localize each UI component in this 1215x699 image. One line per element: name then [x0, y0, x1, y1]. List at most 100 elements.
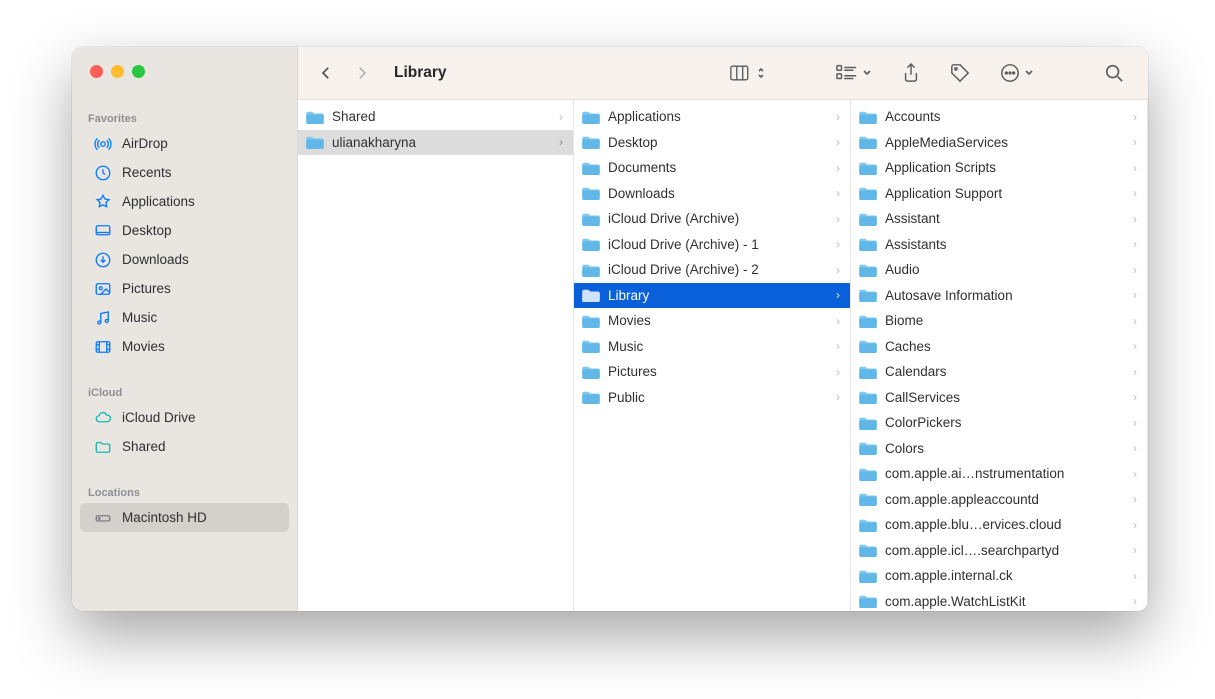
file-row[interactable]: Desktop› — [574, 130, 850, 156]
group-by-button[interactable] — [830, 59, 878, 87]
file-row[interactable]: Pictures› — [574, 359, 850, 385]
chevron-right-icon: › — [1133, 186, 1139, 200]
tags-button[interactable] — [944, 59, 976, 87]
file-name: com.apple.ai…nstrumentation — [885, 466, 1064, 481]
file-row[interactable]: ColorPickers› — [851, 410, 1147, 436]
file-row[interactable]: Documents› — [574, 155, 850, 181]
file-name: Assistants — [885, 237, 947, 252]
file-name: Public — [608, 390, 645, 405]
chevron-right-icon: › — [1133, 492, 1139, 506]
file-name: Applications — [608, 109, 681, 124]
file-row[interactable]: AppleMediaServices› — [851, 130, 1147, 156]
sidebar-section-icloud-label: iCloud — [72, 387, 297, 399]
sidebar-item-macintosh-hd[interactable]: Macintosh HD — [80, 503, 289, 532]
file-row[interactable]: com.apple.WatchListKit › — [851, 589, 1147, 612]
chevron-right-icon: › — [1133, 288, 1139, 302]
file-name: Biome — [885, 313, 923, 328]
sidebar-item-label: Applications — [122, 194, 195, 209]
chevron-right-icon: › — [836, 339, 842, 353]
sidebar-item-icloud-drive[interactable]: iCloud Drive — [80, 403, 289, 432]
sidebar-item-label: Pictures — [122, 281, 171, 296]
view-mode-button[interactable] — [724, 59, 772, 87]
file-row[interactable]: iCloud Drive (Archive) - 2› — [574, 257, 850, 283]
file-row[interactable]: com.apple.icl….searchpartyd› — [851, 538, 1147, 564]
file-row[interactable]: Colors› — [851, 436, 1147, 462]
file-row[interactable]: ulianakharyna› — [298, 130, 573, 156]
finder-window: Favorites AirDrop Recents Applications D… — [72, 47, 1148, 611]
chevron-right-icon: › — [836, 314, 842, 328]
minimize-window-button[interactable] — [111, 65, 124, 78]
chevron-right-icon: › — [836, 212, 842, 226]
file-row[interactable]: Biome› — [851, 308, 1147, 334]
file-name: iCloud Drive (Archive) - 1 — [608, 237, 759, 252]
more-actions-button[interactable] — [994, 59, 1040, 87]
file-row[interactable]: Audio› — [851, 257, 1147, 283]
sidebar-item-downloads[interactable]: Downloads — [80, 245, 289, 274]
chevron-right-icon: › — [836, 161, 842, 175]
chevron-right-icon: › — [836, 365, 842, 379]
file-row[interactable]: Caches› — [851, 334, 1147, 360]
sidebar-item-label: Desktop — [122, 223, 172, 238]
column-1[interactable]: Applications›Desktop›Documents›Downloads… — [574, 100, 851, 611]
file-row[interactable]: Music› — [574, 334, 850, 360]
fullscreen-window-button[interactable] — [132, 65, 145, 78]
file-row[interactable]: Assistants › — [851, 232, 1147, 258]
chevron-right-icon: › — [559, 110, 565, 124]
file-row[interactable]: Calendars› — [851, 359, 1147, 385]
sidebar-item-movies[interactable]: Movies — [80, 332, 289, 361]
file-row[interactable]: Movies › — [574, 308, 850, 334]
chevron-right-icon: › — [559, 135, 565, 149]
file-row[interactable]: Accounts› — [851, 104, 1147, 130]
column-2[interactable]: Accounts›AppleMediaServices›Application … — [851, 100, 1148, 611]
file-row[interactable]: com.apple.blu…ervices.cloud› — [851, 512, 1147, 538]
file-row[interactable]: Shared› — [298, 104, 573, 130]
sidebar-item-label: Recents — [122, 165, 172, 180]
sidebar-item-shared[interactable]: Shared — [80, 432, 289, 461]
file-row[interactable]: Application Scripts› — [851, 155, 1147, 181]
shared-folder-icon — [94, 438, 112, 456]
close-window-button[interactable] — [90, 65, 103, 78]
column-0[interactable]: Shared›ulianakharyna› — [298, 100, 574, 611]
chevron-right-icon: › — [1133, 212, 1139, 226]
file-row[interactable]: Assistant› — [851, 206, 1147, 232]
file-row[interactable]: CallServices› — [851, 385, 1147, 411]
desktop-icon — [94, 222, 112, 240]
sidebar-item-label: Downloads — [122, 252, 189, 267]
sidebar-item-recents[interactable]: Recents — [80, 158, 289, 187]
forward-button[interactable] — [348, 59, 376, 87]
chevron-right-icon: › — [1133, 161, 1139, 175]
chevron-right-icon: › — [1133, 365, 1139, 379]
file-name: com.apple.appleaccountd — [885, 492, 1039, 507]
chevron-right-icon: › — [1133, 237, 1139, 251]
sidebar-item-applications[interactable]: Applications — [80, 187, 289, 216]
file-row[interactable]: com.apple.appleaccountd › — [851, 487, 1147, 513]
sidebar-item-music[interactable]: Music — [80, 303, 289, 332]
file-row[interactable]: Autosave Information › — [851, 283, 1147, 309]
share-button[interactable] — [896, 59, 926, 87]
sidebar-section-locations-label: Locations — [72, 487, 297, 499]
file-name: com.apple.WatchListKit — [885, 594, 1026, 609]
file-row[interactable]: Public › — [574, 385, 850, 411]
pictures-icon — [94, 280, 112, 298]
file-row[interactable]: Applications› — [574, 104, 850, 130]
chevron-right-icon: › — [1133, 594, 1139, 608]
sidebar-item-airdrop[interactable]: AirDrop — [80, 129, 289, 158]
chevron-right-icon: › — [1133, 416, 1139, 430]
file-row[interactable]: iCloud Drive (Archive) - 1› — [574, 232, 850, 258]
chevron-right-icon: › — [836, 390, 842, 404]
file-row[interactable]: com.apple.internal.ck› — [851, 563, 1147, 589]
file-row[interactable]: Downloads› — [574, 181, 850, 207]
chevron-right-icon: › — [1133, 543, 1139, 557]
chevron-right-icon: › — [1133, 390, 1139, 404]
file-name: Autosave Information — [885, 288, 1013, 303]
file-row[interactable]: Application Support› — [851, 181, 1147, 207]
sidebar-item-desktop[interactable]: Desktop — [80, 216, 289, 245]
chevron-right-icon: › — [836, 263, 842, 277]
search-button[interactable] — [1098, 59, 1130, 87]
file-name: Movies — [608, 313, 651, 328]
file-row[interactable]: iCloud Drive (Archive)› — [574, 206, 850, 232]
sidebar-item-pictures[interactable]: Pictures — [80, 274, 289, 303]
file-row[interactable]: Library› — [574, 283, 850, 309]
file-row[interactable]: com.apple.ai…nstrumentation› — [851, 461, 1147, 487]
back-button[interactable] — [312, 59, 340, 87]
